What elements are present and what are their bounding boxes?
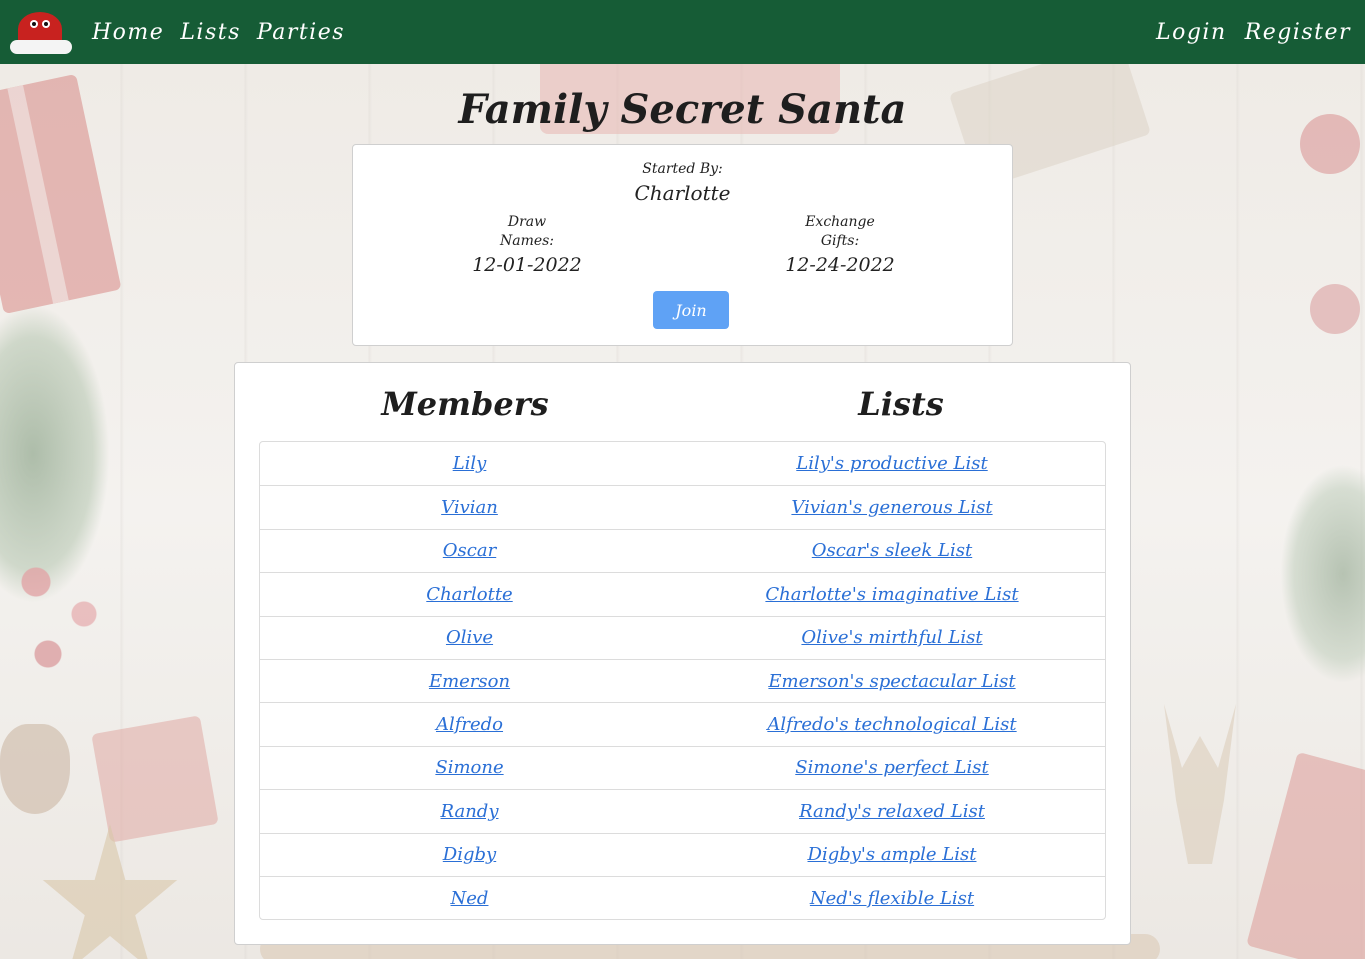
- wishlist-link[interactable]: Randy's relaxed List: [799, 801, 985, 822]
- member-cell: Charlotte: [260, 584, 679, 605]
- member-link[interactable]: Digby: [443, 844, 496, 865]
- table-row: Vivian Vivian's generous List: [260, 485, 1105, 528]
- table-row: Emerson Emerson's spectacular List: [260, 658, 1105, 702]
- members-table: Lily Lily's productive List Vivian Vivian's…: [259, 441, 1106, 921]
- wishlist-link[interactable]: Oscar's sleek List: [812, 540, 972, 561]
- list-cell: Vivian's generous List: [679, 497, 1105, 518]
- wishlist-link[interactable]: Charlotte's imaginative List: [765, 584, 1018, 605]
- list-cell: Oscar's sleek List: [679, 540, 1105, 561]
- ornament-decoration: [1310, 284, 1360, 334]
- draw-names-label: Draw Names:: [499, 214, 555, 249]
- table-row: Randy Randy's relaxed List: [260, 789, 1105, 832]
- list-cell: Charlotte's imaginative List: [679, 584, 1105, 605]
- list-cell: Digby's ample List: [679, 844, 1105, 865]
- nav-register-link[interactable]: Register: [1245, 20, 1351, 45]
- list-cell: Ned's flexible List: [679, 888, 1105, 909]
- list-cell: Emerson's spectacular List: [679, 671, 1105, 692]
- exchange-gifts-date: 12-24-2022: [785, 254, 895, 276]
- member-cell: Randy: [260, 801, 679, 822]
- table-row: Digby Digby's ample List: [260, 832, 1105, 876]
- wishlist-link[interactable]: Alfredo's technological List: [767, 714, 1016, 735]
- table-row: Ned Ned's flexible List: [260, 875, 1105, 919]
- member-cell: Oscar: [260, 540, 679, 561]
- table-row: Alfredo Alfredo's technological List: [260, 702, 1105, 745]
- member-link[interactable]: Randy: [441, 801, 499, 822]
- list-cell: Lily's productive List: [679, 453, 1105, 474]
- draw-names-date: 12-01-2022: [472, 254, 582, 276]
- table-row: Lily Lily's productive List: [260, 442, 1105, 485]
- nav-login-link[interactable]: Login: [1156, 20, 1227, 45]
- santa-hat-icon[interactable]: [10, 10, 72, 54]
- list-cell: Alfredo's technological List: [679, 714, 1105, 735]
- table-row: Simone Simone's perfect List: [260, 745, 1105, 789]
- page-title: Family Secret Santa: [458, 86, 907, 133]
- table-row: Oscar Oscar's sleek List: [260, 528, 1105, 572]
- member-link[interactable]: Alfredo: [436, 714, 503, 735]
- wishlist-link[interactable]: Ned's flexible List: [810, 888, 974, 909]
- join-button[interactable]: Join: [653, 291, 729, 329]
- member-link[interactable]: Lily: [453, 453, 487, 474]
- nav-home-link[interactable]: Home: [92, 20, 164, 45]
- nav-lists-link[interactable]: Lists: [180, 20, 241, 45]
- star-decoration: [42, 824, 178, 959]
- draw-names-block: Draw Names: 12-01-2022: [427, 213, 627, 276]
- wishlist-link[interactable]: Digby's ample List: [808, 844, 977, 865]
- members-heading: Members: [381, 385, 549, 423]
- wishlist-link[interactable]: Vivian's generous List: [791, 497, 992, 518]
- list-cell: Olive's mirthful List: [679, 627, 1105, 648]
- member-cell: Vivian: [260, 497, 679, 518]
- started-by-label: Started By:: [642, 161, 723, 177]
- member-link[interactable]: Oscar: [443, 540, 496, 561]
- member-cell: Digby: [260, 844, 679, 865]
- table-row: Charlotte Charlotte's imaginative List: [260, 572, 1105, 615]
- pine-decoration: [1280, 464, 1365, 684]
- wishlist-link[interactable]: Simone's perfect List: [795, 757, 988, 778]
- exchange-gifts-label: Exchange Gifts:: [805, 214, 875, 249]
- members-lists-card: Members Lists Lily Lily's productive List…: [234, 362, 1131, 945]
- exchange-gifts-block: Exchange Gifts: 12-24-2022: [740, 213, 940, 276]
- lists-heading: Lists: [858, 385, 944, 423]
- nav-parties-link[interactable]: Parties: [257, 20, 345, 45]
- list-cell: Randy's relaxed List: [679, 801, 1105, 822]
- member-cell: Lily: [260, 453, 679, 474]
- gift-decoration: [91, 715, 219, 843]
- member-cell: Olive: [260, 627, 679, 648]
- table-row: Olive Olive's mirthful List: [260, 615, 1105, 659]
- member-link[interactable]: Simone: [435, 757, 503, 778]
- member-link[interactable]: Vivian: [441, 497, 498, 518]
- member-link[interactable]: Olive: [446, 627, 493, 648]
- nav-right: Login Register: [1138, 20, 1351, 45]
- wishlist-link[interactable]: Lily's productive List: [796, 453, 987, 474]
- party-info-card: Started By: Charlotte Draw Names: 12-01-…: [352, 144, 1013, 346]
- wishlist-link[interactable]: Emerson's spectacular List: [768, 671, 1015, 692]
- member-cell: Emerson: [260, 671, 679, 692]
- member-cell: Simone: [260, 757, 679, 778]
- member-cell: Ned: [260, 888, 679, 909]
- navbar: Home Lists Parties Login Register: [0, 0, 1365, 64]
- member-cell: Alfredo: [260, 714, 679, 735]
- wishlist-link[interactable]: Olive's mirthful List: [801, 627, 982, 648]
- member-link[interactable]: Ned: [451, 888, 489, 909]
- berries-decoration: [0, 534, 120, 694]
- pinecone-decoration: [0, 724, 70, 814]
- member-link[interactable]: Charlotte: [426, 584, 512, 605]
- gift-decoration: [1246, 751, 1365, 959]
- list-cell: Simone's perfect List: [679, 757, 1105, 778]
- nav-left: Home Lists Parties: [10, 10, 361, 54]
- started-by-value: Charlotte: [634, 181, 731, 205]
- member-link[interactable]: Emerson: [429, 671, 510, 692]
- reindeer-decoration: [1164, 704, 1236, 864]
